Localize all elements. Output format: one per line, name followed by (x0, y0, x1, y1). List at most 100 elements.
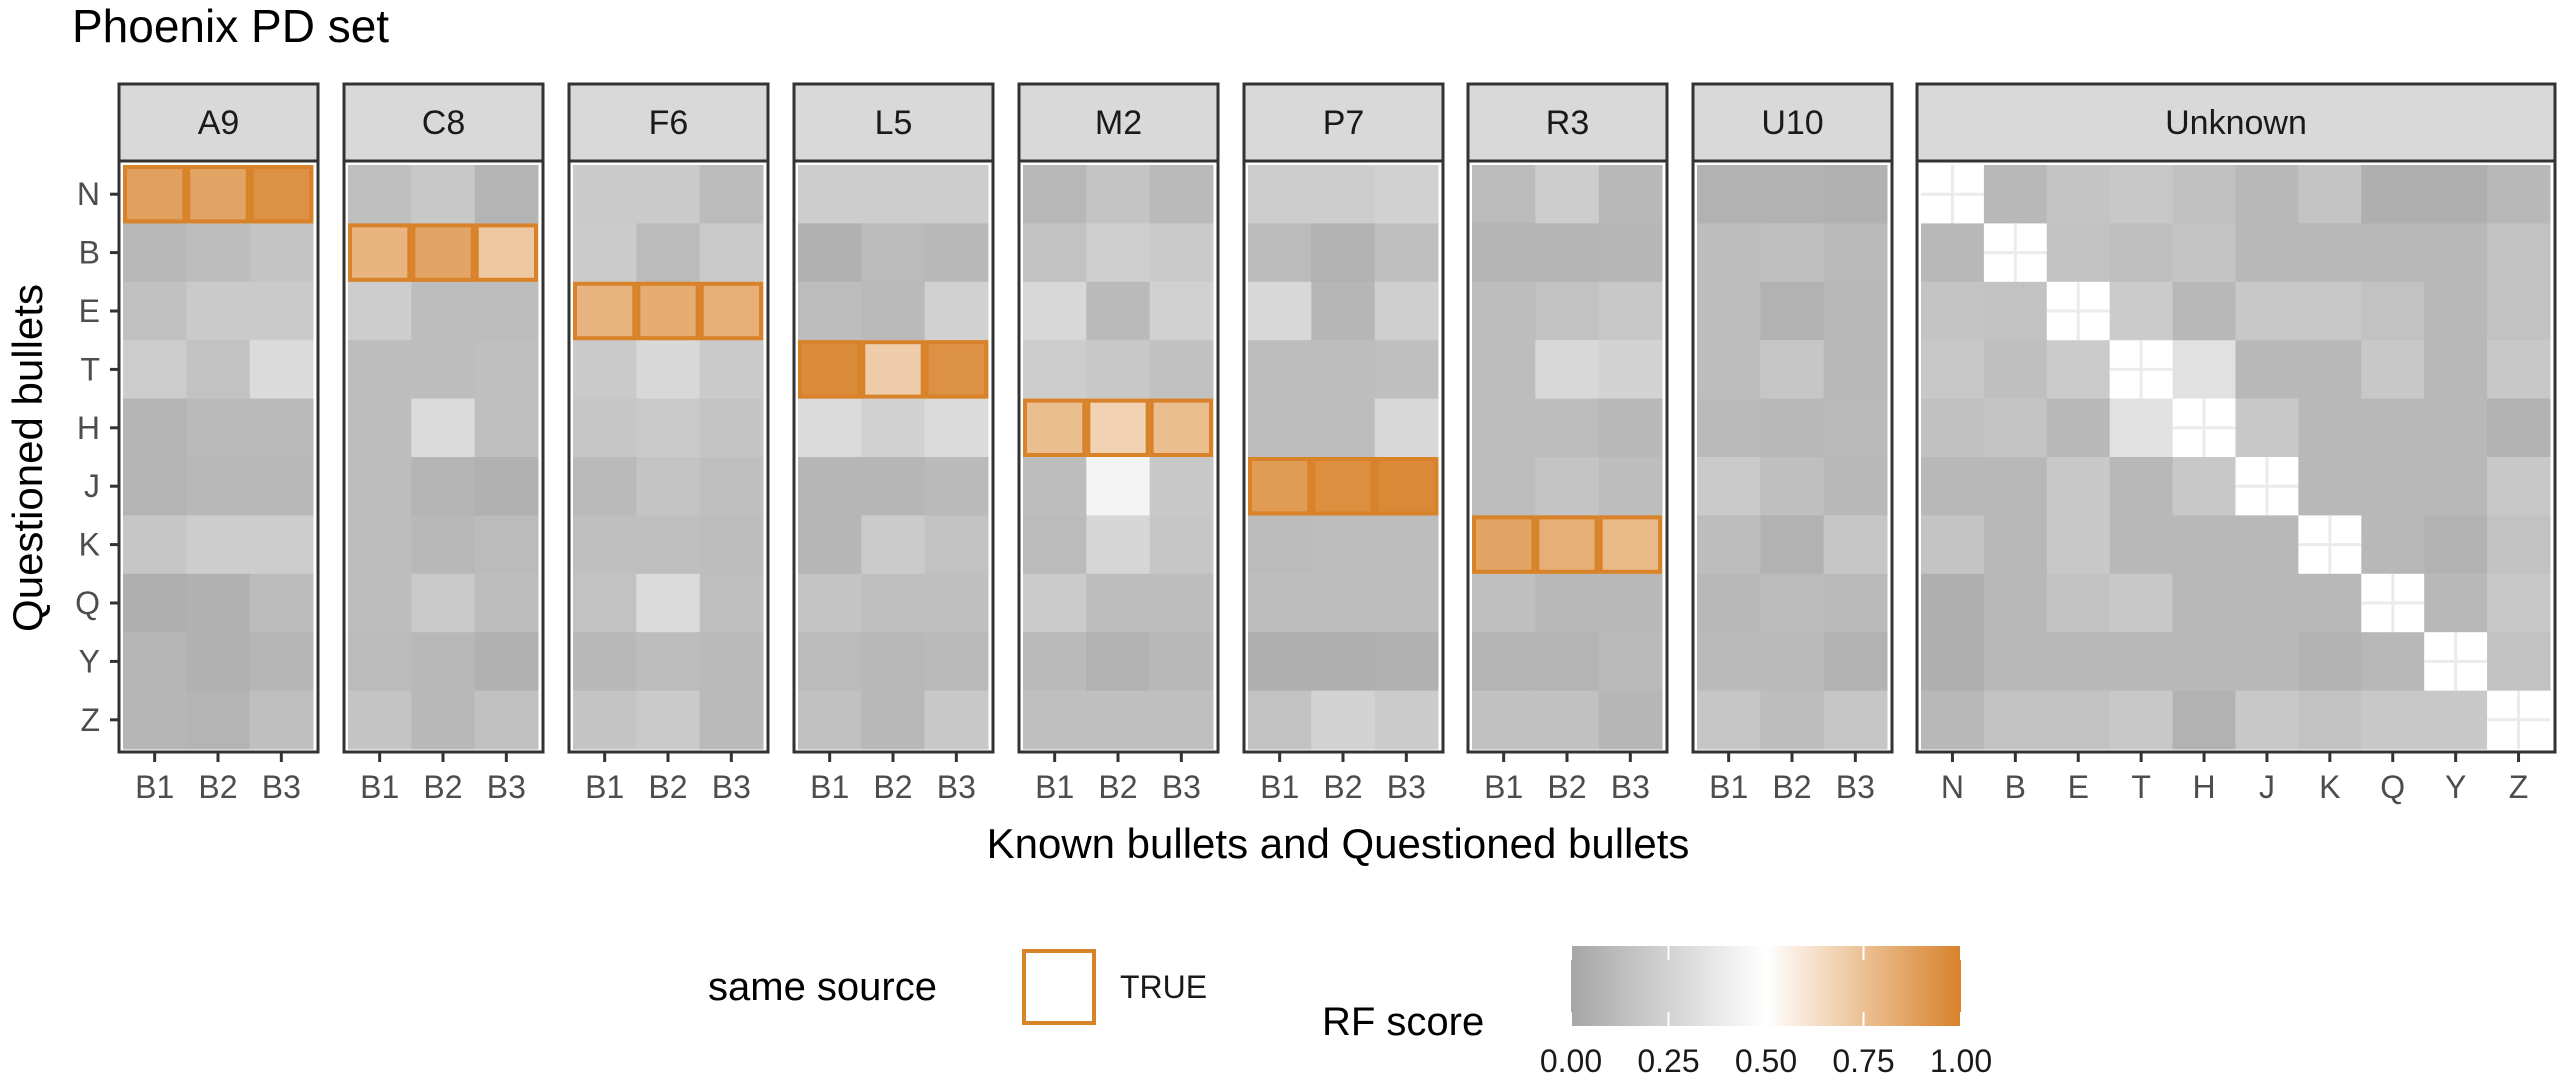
heatmap-tile (699, 223, 764, 283)
heatmap-tile (1311, 398, 1376, 458)
heatmap-tile (1921, 515, 1985, 575)
heatmap-tile (1472, 340, 1536, 400)
heatmap-tile (474, 632, 539, 692)
heatmap-tile (186, 398, 251, 458)
heatmap-tile (636, 165, 701, 224)
heatmap-tile (348, 457, 412, 516)
heatmap-tile (861, 515, 926, 575)
heatmap-tile (2361, 515, 2425, 575)
heatmap-tile (1248, 165, 1312, 224)
heatmap-tile (2109, 223, 2174, 283)
heatmap-tile (699, 515, 764, 575)
heatmap-tile (2172, 223, 2236, 283)
heatmap-tile (1086, 632, 1151, 692)
heatmap-tile (1374, 165, 1439, 224)
heatmap-tile (2361, 340, 2425, 400)
heatmap-tile (1248, 573, 1312, 633)
rf-score-heatmap: Phoenix PD set Questioned bullets Known … (4, 0, 2557, 1079)
heatmap-tile (1697, 632, 1761, 692)
heatmap-tile (1535, 340, 1600, 400)
facet-strip-label: P7 (1323, 104, 1365, 142)
heatmap-tile (1535, 690, 1600, 750)
facet-strip-label: A9 (198, 104, 240, 142)
heatmap-tile (123, 632, 187, 692)
heatmap-tile (474, 690, 539, 750)
heatmap-tile (2172, 573, 2236, 633)
x-tick-label: N (1941, 769, 1964, 805)
heatmap-tile (573, 398, 637, 458)
heatmap-tile (348, 690, 412, 750)
heatmap-tile (1823, 573, 1888, 633)
heatmap-tile (2361, 281, 2425, 341)
heatmap-tile (2487, 573, 2551, 633)
colorbar-tick-label: 0.00 (1540, 1043, 1602, 1079)
heatmap-tile (348, 515, 412, 575)
heatmap-tile (1598, 690, 1663, 750)
heatmap-tile (1472, 398, 1536, 458)
x-tick-label: J (2259, 769, 2275, 805)
heatmap-tile (636, 398, 701, 458)
colorbar-tick-label: 1.00 (1930, 1043, 1992, 1079)
heatmap-tile (2298, 632, 2362, 692)
heatmap-tile (2046, 457, 2111, 516)
heatmap-tile (1921, 573, 1985, 633)
heatmap-tile (2361, 457, 2425, 516)
heatmap-tile (1823, 340, 1888, 400)
heatmap-tile (1535, 632, 1600, 692)
heatmap-tile (1697, 573, 1761, 633)
same-source-legend-title: same source (708, 965, 937, 1009)
heatmap-tile (1921, 281, 1985, 341)
heatmap-tile (1023, 457, 1087, 516)
facet-strip-label: M2 (1095, 104, 1142, 142)
heatmap-tile (1823, 457, 1888, 516)
x-tick-label: Y (2445, 769, 2466, 805)
heatmap-tile (2109, 515, 2174, 575)
heatmap-tile (186, 223, 251, 283)
heatmap-tile (861, 457, 926, 516)
facet-strip-label: F6 (649, 104, 689, 142)
heatmap-tile (2109, 281, 2174, 341)
heatmap-tile (2109, 457, 2174, 516)
heatmap-tile (2046, 340, 2111, 400)
facet-strip-label: R3 (1546, 104, 1589, 142)
heatmap-tile (186, 165, 251, 224)
heatmap-tile (1248, 281, 1312, 341)
heatmap-tile (699, 340, 764, 400)
heatmap-tile (1472, 573, 1536, 633)
heatmap-tile (861, 690, 926, 750)
heatmap-tile (924, 515, 989, 575)
heatmap-tile (1760, 398, 1825, 458)
heatmap-tile (573, 515, 637, 575)
heatmap-tile (1149, 281, 1214, 341)
heatmap-tile (699, 632, 764, 692)
heatmap-tile (2172, 281, 2236, 341)
heatmap-tile (1760, 573, 1825, 633)
facet-panels: A9 B1 B2 B3 C8 B1 B2 B3 F6 B1 B2 B3 L5 B1 B2 B3 M2 B1 B2 B3… (117, 82, 2557, 805)
x-tick-label: B2 (873, 769, 912, 805)
x-tick-label: B3 (1836, 769, 1875, 805)
heatmap-tile (1983, 340, 2048, 400)
heatmap-tile (924, 165, 989, 224)
x-tick-label: E (2068, 769, 2089, 805)
heatmap-tile (2487, 340, 2551, 400)
heatmap-tile (123, 223, 187, 283)
heatmap-tiles (1921, 165, 2551, 750)
heatmap-tile (861, 165, 926, 224)
heatmap-tile (2235, 515, 2299, 575)
heatmap-tile (1760, 340, 1825, 400)
heatmap-tile (2298, 398, 2362, 458)
heatmap-tile (1697, 515, 1761, 575)
heatmap-tile (1598, 281, 1663, 341)
heatmap-tile (2046, 398, 2111, 458)
heatmap-tile (1086, 165, 1151, 224)
heatmap-tile (1697, 690, 1761, 750)
heatmap-tile (1374, 632, 1439, 692)
heatmap-tile (1760, 690, 1825, 750)
x-tick-label: B1 (1260, 769, 1299, 805)
heatmap-tiles (798, 165, 989, 750)
heatmap-tile (1697, 223, 1761, 283)
heatmap-tile (123, 573, 187, 633)
heatmap-tile (1149, 690, 1214, 750)
heatmap-tile (1472, 223, 1536, 283)
heatmap-tile (1535, 457, 1600, 516)
